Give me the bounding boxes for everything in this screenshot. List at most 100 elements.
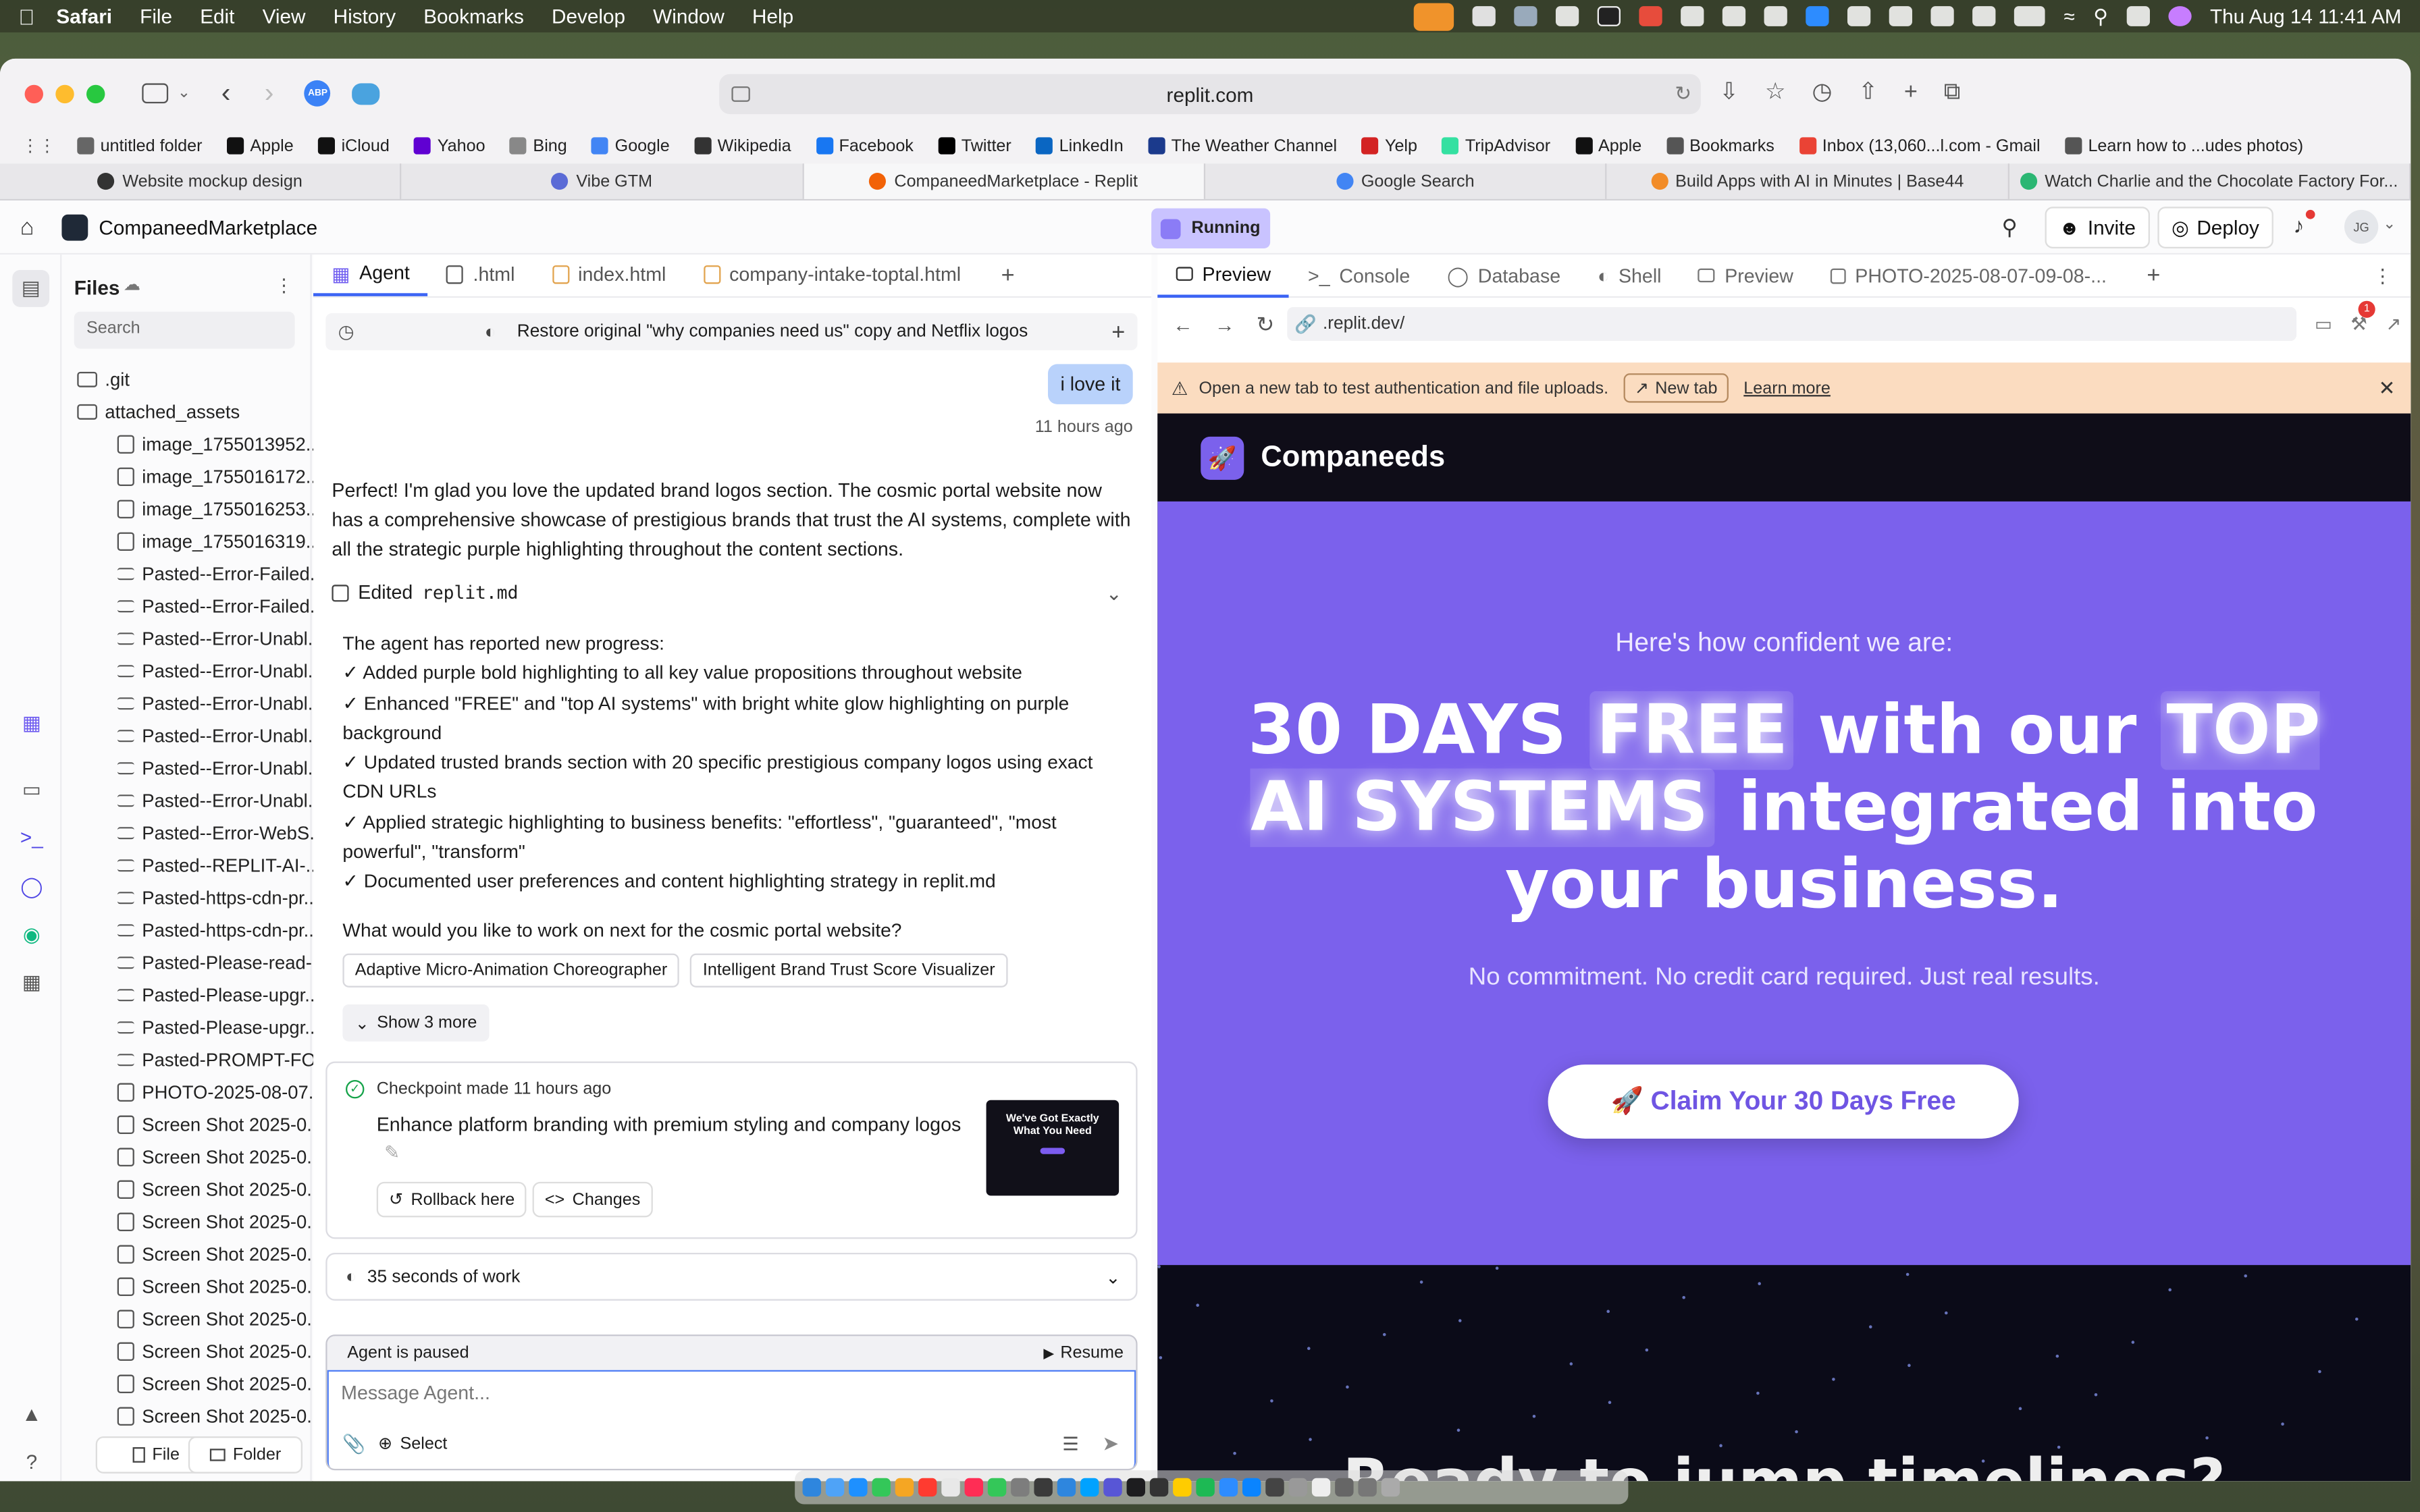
control-center-icon[interactable] <box>2126 6 2150 26</box>
file-item[interactable]: Screen Shot 2025-0... <box>117 1172 322 1205</box>
favorite-item[interactable]: iCloud <box>318 136 390 155</box>
site-brand[interactable]: Companeeds <box>1261 441 1445 475</box>
status-icon[interactable] <box>1722 6 1746 26</box>
file-item[interactable]: Screen Shot 2025-0... <box>117 1399 322 1432</box>
favorite-item[interactable]: The Weather Channel <box>1148 136 1337 155</box>
file-item[interactable]: Screen Shot 2025-0... <box>117 1108 322 1140</box>
reload-icon[interactable]: ↻ <box>1675 82 1691 107</box>
tab-agent[interactable]: ▦ Agent <box>313 253 429 296</box>
forward-icon[interactable]: › <box>265 77 274 109</box>
file-item[interactable]: Pasted-Please-read-... <box>117 946 327 978</box>
favorite-item[interactable]: Bing <box>510 136 567 155</box>
maximize-window-button[interactable] <box>86 84 105 103</box>
dock-app-icon[interactable] <box>802 1478 821 1497</box>
tab-index-html[interactable]: index.html <box>533 253 685 296</box>
file-item[interactable]: Pasted--Error-Unabl... <box>117 654 323 686</box>
file-item[interactable]: image_1755016253... <box>117 492 321 524</box>
back-icon[interactable]: ← <box>1173 313 1193 335</box>
favorite-item[interactable]: Apple <box>1575 136 1641 155</box>
menu-file[interactable]: File <box>140 5 172 28</box>
tab-photo[interactable]: PHOTO-2025-08-07-09-08-... <box>1812 254 2125 297</box>
send-icon[interactable]: ➤ <box>1102 1432 1119 1457</box>
open-external-icon[interactable]: ↗ <box>2386 313 2401 335</box>
dock-app-icon[interactable] <box>1311 1478 1331 1497</box>
file-item[interactable]: Pasted-Please-upgr... <box>117 1010 320 1043</box>
new-tab-icon[interactable]: + <box>1904 78 1918 104</box>
sidebar-toggle-icon[interactable] <box>142 83 169 104</box>
browser-tab[interactable]: Build Apps with AI in Minutes | Base44 <box>1607 163 2009 199</box>
file-item[interactable]: Pasted--Error-Unabl... <box>117 784 323 816</box>
dock-app-icon[interactable] <box>1335 1478 1354 1497</box>
dock-app-icon[interactable] <box>1103 1478 1122 1497</box>
zoom-icon[interactable] <box>1806 6 1830 26</box>
dock-app-icon[interactable] <box>964 1478 983 1497</box>
suggestion-chip[interactable]: Adaptive Micro-Animation Choreographer <box>342 953 680 988</box>
menu-app-name[interactable]: Safari <box>56 5 112 28</box>
preview-url-input[interactable]: 🔗 .replit.dev/ <box>1286 306 2296 342</box>
menu-clock[interactable]: Thu Aug 14 11:41 AM <box>2210 5 2402 28</box>
dock-app-icon[interactable] <box>1381 1478 1400 1497</box>
dock-app-icon[interactable] <box>895 1478 914 1497</box>
favorite-item[interactable]: Learn how to ...udes photos) <box>2065 136 2303 155</box>
favorite-item[interactable]: Apple <box>227 136 294 155</box>
browser-tab[interactable]: Vibe GTM <box>402 163 804 199</box>
file-item[interactable]: Pasted-Please-upgr... <box>117 978 320 1010</box>
changes-button[interactable]: <> Changes <box>532 1181 653 1218</box>
close-window-button[interactable] <box>24 84 43 103</box>
notification-bell-icon[interactable]: ♪ <box>2294 213 2305 238</box>
dock-app-icon[interactable] <box>1265 1478 1284 1497</box>
file-item[interactable]: image_1755016319... <box>117 524 321 557</box>
git-icon[interactable]: ◉ <box>20 923 43 946</box>
browser-tab[interactable]: Watch Charlie and the Chocolate Factory … <box>2009 163 2411 199</box>
resume-button[interactable]: ▶ Resume <box>1043 1344 1124 1362</box>
replit-agent-icon[interactable]: ▦ <box>20 711 43 734</box>
menu-bookmarks[interactable]: Bookmarks <box>423 5 524 28</box>
search-icon[interactable]: ⚲ <box>2093 4 2108 29</box>
dock-app-icon[interactable] <box>1196 1478 1215 1497</box>
dock-app-icon[interactable] <box>941 1478 960 1497</box>
search-icon[interactable]: ⚲ <box>2002 215 2018 241</box>
status-icon[interactable] <box>1639 6 1663 26</box>
theme-icon[interactable]: ▲ <box>20 1403 43 1426</box>
url-text[interactable]: replit.com <box>1167 82 1254 105</box>
suggestion-chip[interactable]: Intelligent Brand Trust Score Visualizer <box>690 953 1007 988</box>
file-item[interactable]: Pasted-PROMPT-FO... <box>117 1043 332 1075</box>
database-icon[interactable]: ◯ <box>20 875 43 898</box>
menu-history[interactable]: History <box>334 5 396 28</box>
microphone-icon[interactable] <box>1414 2 1454 30</box>
tab-console[interactable]: >_ Console <box>1290 254 1429 297</box>
file-item[interactable]: Pasted--Error-Unabl... <box>117 622 323 654</box>
work-summary[interactable]: ◐ 35 seconds of work ⌄ <box>325 1252 1138 1301</box>
back-icon[interactable]: ‹ <box>221 77 231 109</box>
monitor-icon[interactable]: ▭ <box>20 778 43 801</box>
favorite-item[interactable]: Bookmarks <box>1666 136 1774 155</box>
file-item[interactable]: Screen Shot 2025-0... <box>117 1237 322 1270</box>
file-item[interactable]: Screen Shot 2025-0... <box>117 1205 322 1237</box>
attach-icon[interactable]: 📎 <box>342 1433 365 1455</box>
edited-file-row[interactable]: Edited replit.md ⌄ <box>332 577 1137 608</box>
history-icon[interactable]: ◷ <box>338 321 354 342</box>
favorite-item[interactable]: Twitter <box>938 136 1011 155</box>
dock-app-icon[interactable] <box>1057 1478 1076 1497</box>
home-icon[interactable]: ⌂ <box>20 214 34 240</box>
file-item[interactable]: Screen Shot 2025-0... <box>117 1334 322 1367</box>
new-folder-button[interactable]: Folder <box>188 1436 302 1474</box>
bookmark-star-icon[interactable]: ☆ <box>1765 77 1786 105</box>
devtools-icon[interactable]: ⚒ 1 <box>2350 300 2375 335</box>
tab-preview[interactable]: Preview <box>1157 254 1290 297</box>
file-item[interactable]: Pasted--Error-Failed... <box>117 557 325 589</box>
file-item[interactable]: Screen Shot 2025-0... <box>117 1270 322 1302</box>
status-icon[interactable] <box>1847 6 1871 26</box>
browser-tab[interactable]: Website mockup design <box>0 163 402 199</box>
chevron-down-icon[interactable]: ⌄ <box>1106 581 1122 604</box>
dock-app-icon[interactable] <box>849 1478 868 1497</box>
address-bar[interactable]: replit.com ↻ <box>719 74 1701 115</box>
menu-develop[interactable]: Develop <box>552 5 625 28</box>
file-item[interactable]: Pasted-https-cdn-pr... <box>117 881 319 913</box>
message-input[interactable]: Message Agent... 📎 ⊕ Select ☰ ➤ <box>327 1370 1136 1469</box>
browser-tab[interactable]: CompaneedMarketplace - Replit <box>804 163 1206 199</box>
favorite-item[interactable]: Yahoo <box>414 136 485 155</box>
deploy-button[interactable]: ◎ Deploy <box>2157 207 2273 248</box>
favorite-item[interactable]: TripAdvisor <box>1442 136 1550 155</box>
battery-icon[interactable] <box>2014 6 2046 26</box>
